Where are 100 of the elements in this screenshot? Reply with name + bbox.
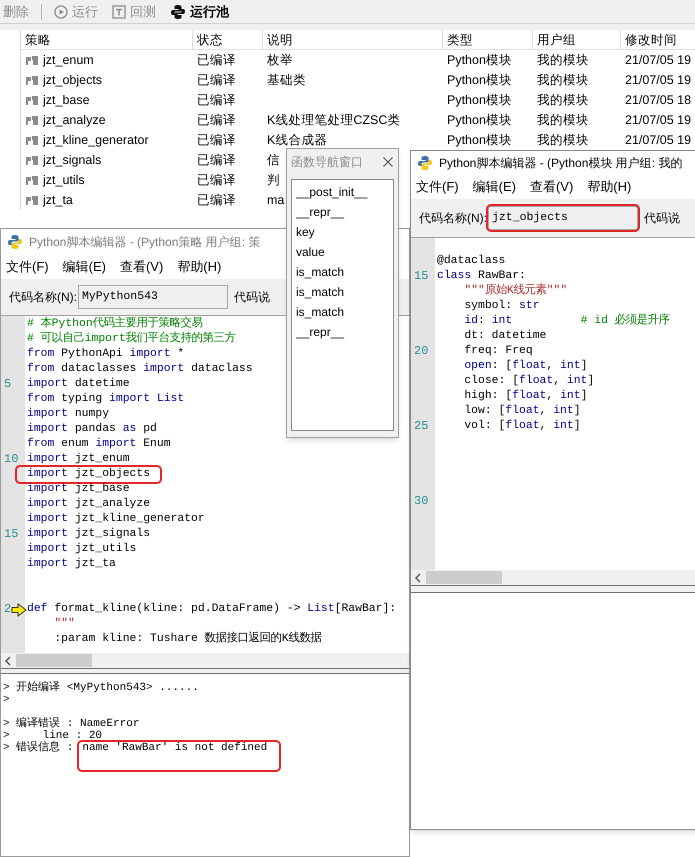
python-logo-icon	[7, 234, 23, 250]
table-cell-text: jzt_objects	[43, 72, 102, 89]
table-cell-text: 我的模块	[537, 132, 589, 149]
function-item[interactable]: key	[292, 222, 319, 242]
table-cell-text: ma	[267, 192, 284, 209]
function-item[interactable]: __post_init__	[292, 182, 372, 202]
menu-item[interactable]: 查看(V)	[530, 177, 574, 197]
field-label: 代码名称(N):	[9, 289, 77, 306]
menu-item[interactable]: 帮助(H)	[587, 177, 632, 197]
code-line: import datetime	[27, 377, 130, 392]
table-cell-text: 枚举	[267, 52, 293, 69]
code-line: import jzt_objects	[17, 467, 160, 482]
scrollbar-thumb[interactable]	[16, 654, 92, 667]
table-cell-text: 我的模块	[537, 72, 589, 89]
code-line: """	[53, 617, 75, 632]
table-cell-text: 已编译	[197, 92, 236, 109]
splitter[interactable]	[1, 668, 409, 674]
window-title: 函数导航窗口	[291, 154, 363, 171]
column-header[interactable]: 状态	[193, 30, 263, 49]
function-item[interactable]: __repr__	[292, 322, 348, 342]
output-line: > 开始编译 <MyPython543> ......	[3, 682, 199, 694]
column-header[interactable]: 策略	[21, 30, 193, 49]
function-item[interactable]: is_match	[292, 282, 348, 302]
code-line: close: [float, int]	[463, 374, 594, 389]
code-line: import jzt_kline_generator	[27, 512, 205, 527]
column-header[interactable]: 用户组	[533, 30, 621, 49]
code-line: from PythonApi import *	[27, 347, 184, 362]
output-line: >	[3, 694, 10, 706]
table-cell-text: 21/07/05 19	[625, 112, 692, 129]
code-name-field[interactable]: MyPython543	[78, 285, 228, 309]
table-cell-text: jzt_kline_generator	[43, 132, 149, 149]
code-line: from enum import Enum	[27, 437, 171, 452]
function-item[interactable]: is_match	[292, 302, 348, 322]
line-number: 20	[413, 344, 428, 359]
code-line: import jzt_utils	[27, 542, 136, 557]
function-item[interactable]: __repr__	[292, 202, 348, 222]
code-line: # 可以自己import我们平台支持的第三方	[27, 332, 236, 347]
code-line: from dataclasses import dataclass	[27, 362, 253, 377]
table-cell-text: 21/07/05 19	[625, 72, 692, 89]
module-icon	[25, 154, 39, 166]
table-cell-text: 我的模块	[537, 92, 589, 109]
window-title: Python脚本编辑器 - (Python策略 用户组: 策	[29, 234, 260, 251]
code-line: import jzt_signals	[27, 527, 150, 542]
function-item[interactable]: is_match	[292, 262, 348, 282]
code-line: """原始K线元素"""	[463, 284, 568, 299]
line-number: 5	[3, 377, 12, 392]
toolbar-button[interactable]: 运行池	[167, 2, 232, 22]
column-header[interactable]: 修改时间	[621, 30, 695, 49]
column-header[interactable]: 说明	[263, 30, 443, 49]
scroll-left-icon	[414, 572, 422, 582]
table-cell-text: Python模块	[447, 92, 512, 109]
table-cell-text: 信	[267, 152, 280, 169]
code-line: low: [float, int]	[463, 404, 581, 419]
table-cell-text: 已编译	[197, 172, 236, 189]
window-title: Python脚本编辑器 - (Python模块 用户组: 我的	[439, 155, 682, 172]
column-header[interactable]: 类型	[443, 30, 533, 49]
menu-item[interactable]: 帮助(H)	[177, 257, 222, 277]
function-item[interactable]: value	[292, 242, 329, 262]
module-icon	[25, 54, 39, 66]
code-name-field[interactable]: jzt_objects	[488, 206, 638, 230]
python-logo-icon	[417, 155, 433, 171]
letter-box-icon	[112, 4, 126, 18]
table-cell-text: Python模块	[447, 132, 512, 149]
line-number: 2	[3, 602, 12, 617]
menu-item[interactable]: 文件(F)	[416, 177, 459, 197]
scroll-left-icon	[4, 656, 12, 666]
code-line: dt: datetime	[463, 329, 546, 344]
table-cell-text: 判	[267, 172, 280, 189]
table-cell-text: 已编译	[197, 132, 236, 149]
output-line: > line : 20	[3, 730, 102, 742]
table-cell-text: Python模块	[447, 112, 512, 129]
menu-item[interactable]: 查看(V)	[120, 257, 164, 277]
table-cell-text: K线合成器	[267, 132, 328, 149]
table-cell-text: 已编译	[197, 152, 236, 169]
line-number: 10	[3, 452, 18, 467]
code-line: # 本Python代码主要用于策略交易	[27, 317, 203, 332]
table-cell-text: 已编译	[197, 52, 236, 69]
code-line: symbol: str	[463, 299, 540, 314]
module-icon	[25, 134, 39, 146]
error-message: name 'RawBar' is not defined	[79, 742, 280, 770]
table-cell-text: jzt_utils	[43, 172, 85, 189]
line-number: 15	[413, 269, 428, 284]
table-cell-text: 21/07/05 19	[625, 52, 692, 69]
table-cell-text: 已编译	[197, 72, 236, 89]
code-line: import jzt_base	[27, 482, 130, 497]
line-number: 30	[413, 494, 428, 509]
code-line: import numpy	[27, 407, 110, 422]
output-line: > 编译错误 : NameError	[3, 718, 140, 730]
menu-item[interactable]: 文件(F)	[6, 257, 49, 277]
module-icon	[25, 194, 39, 206]
table-cell-text: 21/07/05 18	[625, 92, 692, 109]
table-cell-text: Python模块	[447, 72, 512, 89]
scrollbar-thumb[interactable]	[426, 571, 502, 584]
splitter[interactable]	[411, 585, 695, 593]
code-line: def format_kline(kline: pd.DataFrame) -> List[RawBar]:	[27, 602, 396, 617]
menu-item[interactable]: 编辑(E)	[62, 257, 106, 277]
table-cell-text: 已编译	[197, 112, 236, 129]
menu-item[interactable]: 编辑(E)	[472, 177, 516, 197]
code-line: import pandas as pd	[27, 422, 157, 437]
code-line: id: int # id 必须是升序	[463, 314, 670, 329]
